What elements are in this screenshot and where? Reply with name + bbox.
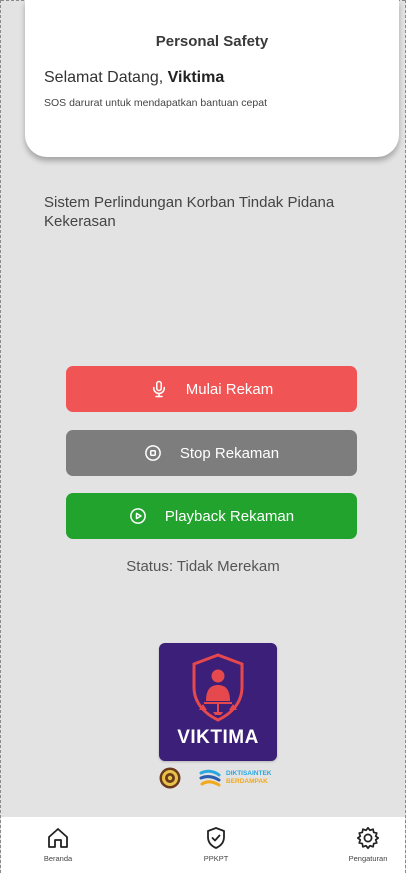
stop-record-label: Stop Rekaman [179, 444, 280, 462]
bottom-nav: Beranda PPKPT Pengaturan [1, 817, 405, 873]
greeting-prefix: Selamat Datang, [44, 69, 168, 86]
playback-label: Playback Rekaman [164, 507, 295, 525]
recording-status: Status: Tidak Merekam [126, 558, 280, 575]
header-card: Personal Safety Selamat Datang, Viktima … [25, 0, 399, 157]
start-record-button[interactable]: Mulai Rekam [66, 366, 357, 412]
partner-line1: DIKTISAINTEK [226, 770, 272, 777]
nav-item-beranda[interactable]: Beranda [23, 826, 93, 863]
university-seal-icon [159, 767, 181, 789]
stop-circle-icon [144, 444, 162, 462]
start-record-label: Mulai Rekam [185, 380, 274, 398]
shield-person-emblem-icon [192, 653, 244, 722]
header-subtitle: SOS darurat untuk mendapatkan bantuan ce… [44, 97, 267, 109]
shield-check-icon [207, 827, 225, 849]
kampus-berdampak-mark-icon [199, 769, 221, 787]
user-name: Viktima [167, 69, 225, 86]
page-title: Personal Safety [155, 33, 269, 50]
microphone-icon [150, 380, 168, 398]
system-description: Sistem Perlindungan Korban Tindak Pidana… [44, 194, 335, 230]
home-icon [48, 828, 68, 848]
partner-logos: DIKTISAINTEK BERDAMPAK [159, 767, 284, 789]
greeting: Selamat Datang, Viktima [44, 69, 224, 87]
playback-button[interactable]: Playback Rekaman [66, 493, 357, 539]
partner-text: DIKTISAINTEK BERDAMPAK [226, 770, 272, 786]
gear-icon [356, 826, 380, 850]
nav-label-ppkpt: PPKPT [203, 854, 229, 863]
viktima-logo: VIKTIMA [159, 643, 277, 761]
nav-label-beranda: Beranda [43, 854, 73, 863]
nav-label-pengaturan: Pengaturan [348, 854, 388, 863]
play-circle-icon [129, 507, 147, 525]
nav-item-ppkpt[interactable]: PPKPT [181, 826, 251, 863]
app-screen: Personal Safety Selamat Datang, Viktima … [0, 0, 406, 873]
stop-record-button[interactable]: Stop Rekaman [66, 430, 357, 476]
logo-wordmark: VIKTIMA [177, 727, 259, 748]
nav-item-pengaturan[interactable]: Pengaturan [333, 826, 403, 863]
partner-line2: BERDAMPAK [226, 778, 268, 785]
